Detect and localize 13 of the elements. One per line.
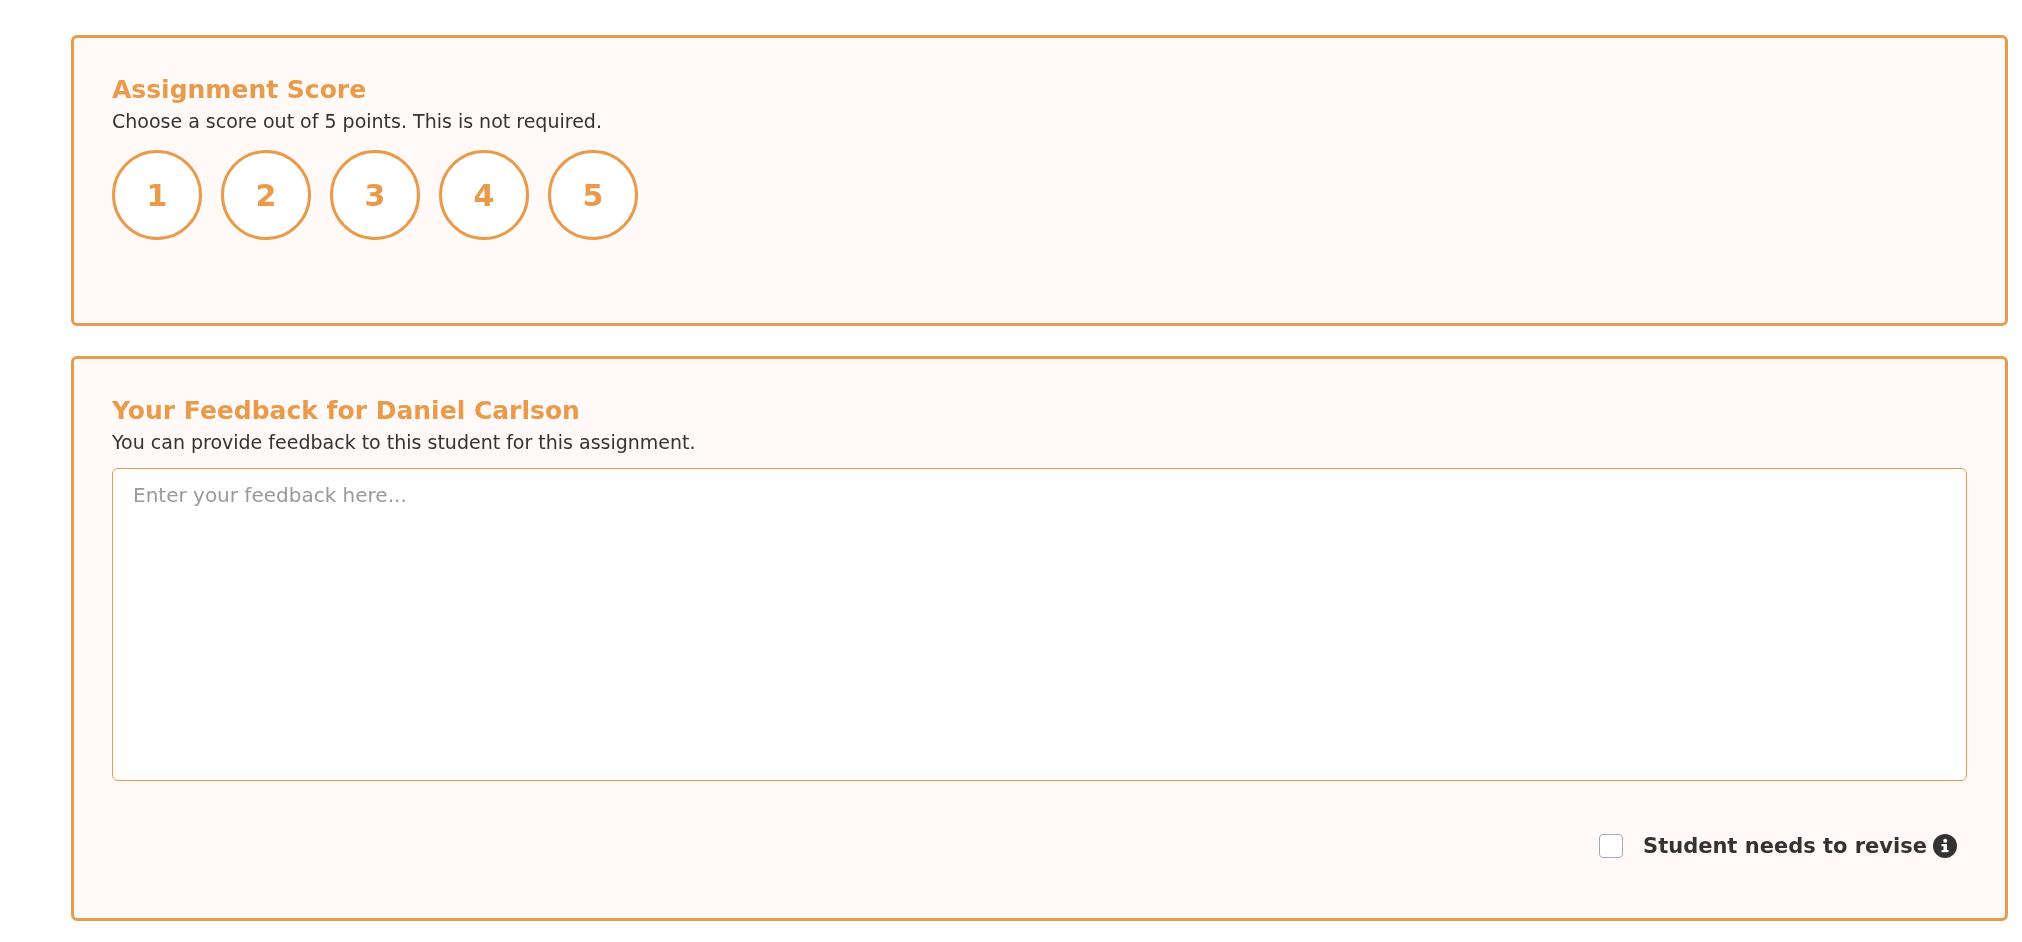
score-option[interactable]: 2 xyxy=(221,150,311,240)
card-description: You can provide feedback to this student for this assignment. xyxy=(112,430,697,455)
checkbox-label: Student needs to revise xyxy=(1643,834,1927,858)
score-option[interactable]: 5 xyxy=(548,150,638,240)
score-option[interactable]: 1 xyxy=(112,150,202,240)
card-title: Your Feedback for Daniel Carlson xyxy=(112,395,581,427)
card-description: Choose a score out of 5 points. This is not required. xyxy=(112,109,603,134)
info-icon[interactable] xyxy=(1933,834,1957,858)
revise-checkbox[interactable] xyxy=(1599,834,1623,858)
score-option[interactable]: 4 xyxy=(439,150,529,240)
card-title: Assignment Score xyxy=(112,74,368,106)
feedback-field[interactable]: Enter your feedback here... xyxy=(112,468,1967,781)
score-option[interactable]: 3 xyxy=(330,150,420,240)
